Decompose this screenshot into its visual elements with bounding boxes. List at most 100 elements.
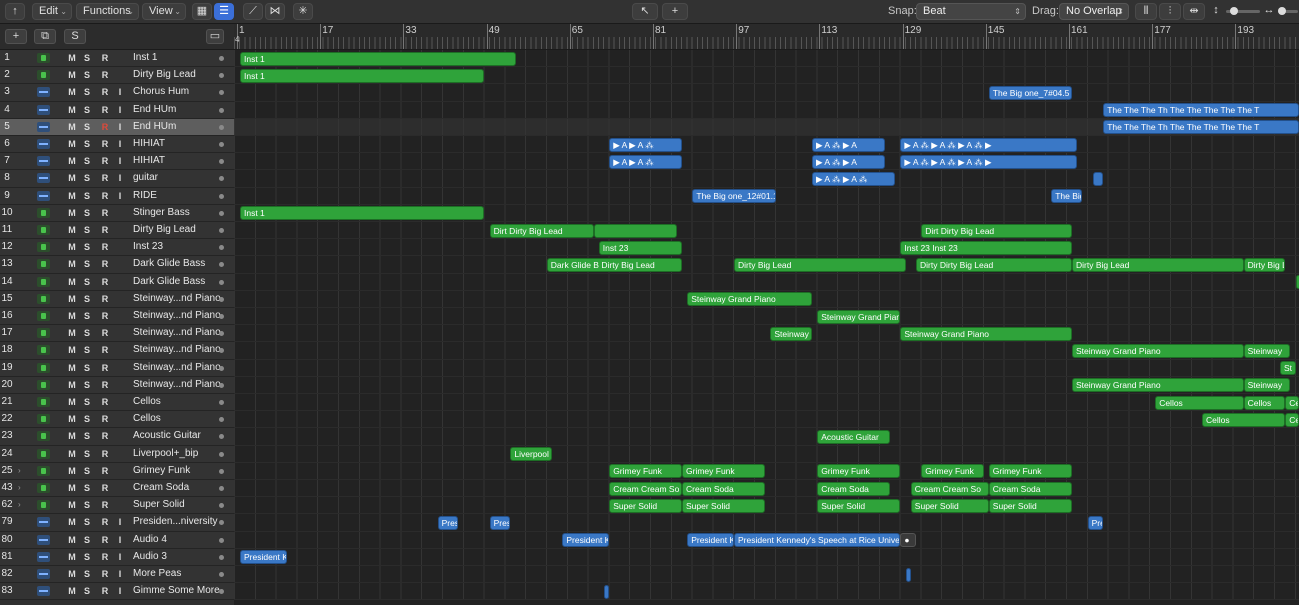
audio-region[interactable]: ▶ A ⁂ ▶ A ⁂ (812, 171, 896, 186)
edit-menu-button[interactable]: Edit ⌄ (32, 3, 72, 20)
arrange-area[interactable]: Inst 1 Inst 1 The Big one_7#04.5 The The Th… (234, 50, 1299, 605)
record-enable-button[interactable]: R (100, 311, 110, 322)
midi-region[interactable]: Grimey Funk (921, 464, 984, 479)
midi-region[interactable]: Grimey Funk (817, 464, 901, 479)
midi-region[interactable]: Cellos (1202, 412, 1286, 427)
solo-button[interactable]: S (82, 449, 92, 460)
mute-button[interactable]: M (67, 380, 77, 391)
slider-knob[interactable] (1278, 7, 1286, 15)
track-lane[interactable] (234, 222, 1299, 240)
solo-button[interactable]: S (82, 105, 92, 116)
solo-button[interactable]: S (82, 70, 92, 81)
audio-region[interactable]: ▶ A ⁂ ▶ A ⁂ ▶ A ⁂ ▶ (900, 154, 1078, 169)
grid-view-icon[interactable]: ▦ (192, 3, 212, 20)
vertical-zoom-fit-icon[interactable]: ⫶ (1159, 3, 1181, 20)
track-header[interactable]: 18 M S R Steinway...nd Piano (0, 342, 234, 360)
audio-region[interactable]: President K (240, 550, 287, 565)
midi-region[interactable]: Cream Cream So (609, 481, 682, 496)
track-header[interactable]: 1 M S R Inst 1 (0, 50, 234, 68)
track-lane[interactable] (234, 462, 1299, 480)
input-monitor-button[interactable]: I (115, 586, 125, 597)
view-menu-button[interactable]: View ⌄ (142, 3, 186, 20)
record-enable-button[interactable]: R (100, 173, 110, 184)
solo-button[interactable]: S (82, 87, 92, 98)
back-icon[interactable]: ↑ (5, 3, 25, 20)
mute-button[interactable]: M (67, 569, 77, 580)
track-header[interactable]: 16 M S R Steinway...nd Piano (0, 308, 234, 326)
input-monitor-button[interactable]: I (115, 122, 125, 133)
track-lane[interactable] (234, 566, 1299, 584)
record-enable-button[interactable]: R (100, 552, 110, 563)
mute-button[interactable]: M (67, 311, 77, 322)
solo-button[interactable]: S (82, 122, 92, 133)
mute-button[interactable]: M (67, 431, 77, 442)
midi-region[interactable]: Dirt (1295, 275, 1299, 290)
midi-region[interactable]: St (1280, 361, 1296, 376)
track-header[interactable]: 5 M S R I End HUm (0, 118, 234, 136)
pencil-tool-icon[interactable]: + (662, 3, 688, 20)
audio-region[interactable]: Presi (489, 515, 511, 530)
mute-button[interactable]: M (67, 139, 77, 150)
track-header[interactable]: 83 M S R I Gimme Some More (0, 583, 234, 601)
mute-button[interactable]: M (67, 414, 77, 425)
mute-button[interactable]: M (67, 552, 77, 563)
track-header[interactable]: 22 M S R Cellos (0, 411, 234, 429)
audio-region[interactable]: The The The Th The The The The The T (1103, 103, 1299, 118)
track-lane[interactable] (234, 583, 1299, 601)
track-lane[interactable] (234, 359, 1299, 377)
record-enable-button[interactable]: R (100, 139, 110, 150)
solo-button[interactable]: S (82, 173, 92, 184)
vertical-zoom-slider[interactable] (1226, 7, 1260, 15)
record-enable-button[interactable]: R (100, 105, 110, 116)
track-header[interactable]: 12 M S R Inst 23 (0, 239, 234, 257)
track-lane[interactable] (234, 136, 1299, 154)
mute-button[interactable]: M (67, 122, 77, 133)
bar-ruler[interactable]: 1 17 33 49 65 81 97 113 129 145 161 177 193 4 (234, 24, 1299, 50)
track-header[interactable]: 25 › M S R Grimey Funk (0, 462, 234, 480)
solo-button[interactable]: S (82, 483, 92, 494)
record-enable-button[interactable]: R (100, 414, 110, 425)
midi-region[interactable]: Inst 1 (240, 68, 485, 83)
record-enable-button[interactable]: R (100, 208, 110, 219)
midi-region[interactable]: Dirt Dirty Big Lead (489, 223, 594, 238)
track-header[interactable]: 19 M S R Steinway...nd Piano (0, 359, 234, 377)
solo-button[interactable]: S (82, 569, 92, 580)
mute-button[interactable]: M (67, 53, 77, 64)
solo-button[interactable]: S (82, 431, 92, 442)
midi-region[interactable]: Liverpool (510, 447, 552, 462)
midi-region[interactable]: Acoustic Guitar (817, 429, 890, 444)
track-lane[interactable] (234, 497, 1299, 515)
input-monitor-button[interactable]: I (115, 517, 125, 528)
audio-region[interactable]: The Big one_12#01.1 (692, 189, 776, 204)
midi-region[interactable]: Cel (1285, 395, 1299, 410)
midi-region[interactable]: Dark Glide B Dirty Big Lead (546, 257, 682, 272)
midi-region[interactable]: Steinway (1243, 378, 1291, 393)
track-header[interactable]: 79 M S R I Presiden...niversity (0, 514, 234, 532)
track-lane[interactable] (234, 394, 1299, 412)
duplicate-track-icon[interactable]: ⧉ (34, 29, 56, 44)
record-enable-button[interactable]: R (100, 294, 110, 305)
disclosure-icon[interactable]: › (18, 480, 21, 496)
track-header[interactable]: 82 M S R I More Peas (0, 566, 234, 584)
track-lane[interactable] (234, 325, 1299, 343)
mute-button[interactable]: M (67, 105, 77, 116)
midi-region[interactable]: Dirty Big Lead (1072, 257, 1244, 272)
solo-button[interactable]: S (82, 363, 92, 374)
track-header[interactable]: 43 › M S R Cream Soda (0, 480, 234, 498)
audio-region[interactable]: Pre (1087, 515, 1104, 530)
solo-button[interactable]: S (82, 259, 92, 270)
record-enable-button[interactable]: R (100, 156, 110, 167)
track-header[interactable]: 4 M S R I End HUm (0, 101, 234, 119)
track-lane[interactable] (234, 273, 1299, 291)
record-enable-button[interactable]: R (100, 363, 110, 374)
input-monitor-button[interactable]: I (115, 87, 125, 98)
track-header[interactable]: 7 M S R I HIHIAT (0, 153, 234, 171)
mute-button[interactable]: M (67, 225, 77, 236)
midi-region[interactable]: Grimey Funk (682, 464, 766, 479)
midi-region[interactable]: Super Solid (817, 498, 901, 513)
functions-menu-button[interactable]: Functions ⌄ (76, 3, 139, 20)
record-enable-button[interactable]: R (100, 500, 110, 511)
disclosure-icon[interactable]: › (18, 463, 21, 479)
input-monitor-button[interactable]: I (115, 569, 125, 580)
record-enable-button[interactable]: R (100, 87, 110, 98)
